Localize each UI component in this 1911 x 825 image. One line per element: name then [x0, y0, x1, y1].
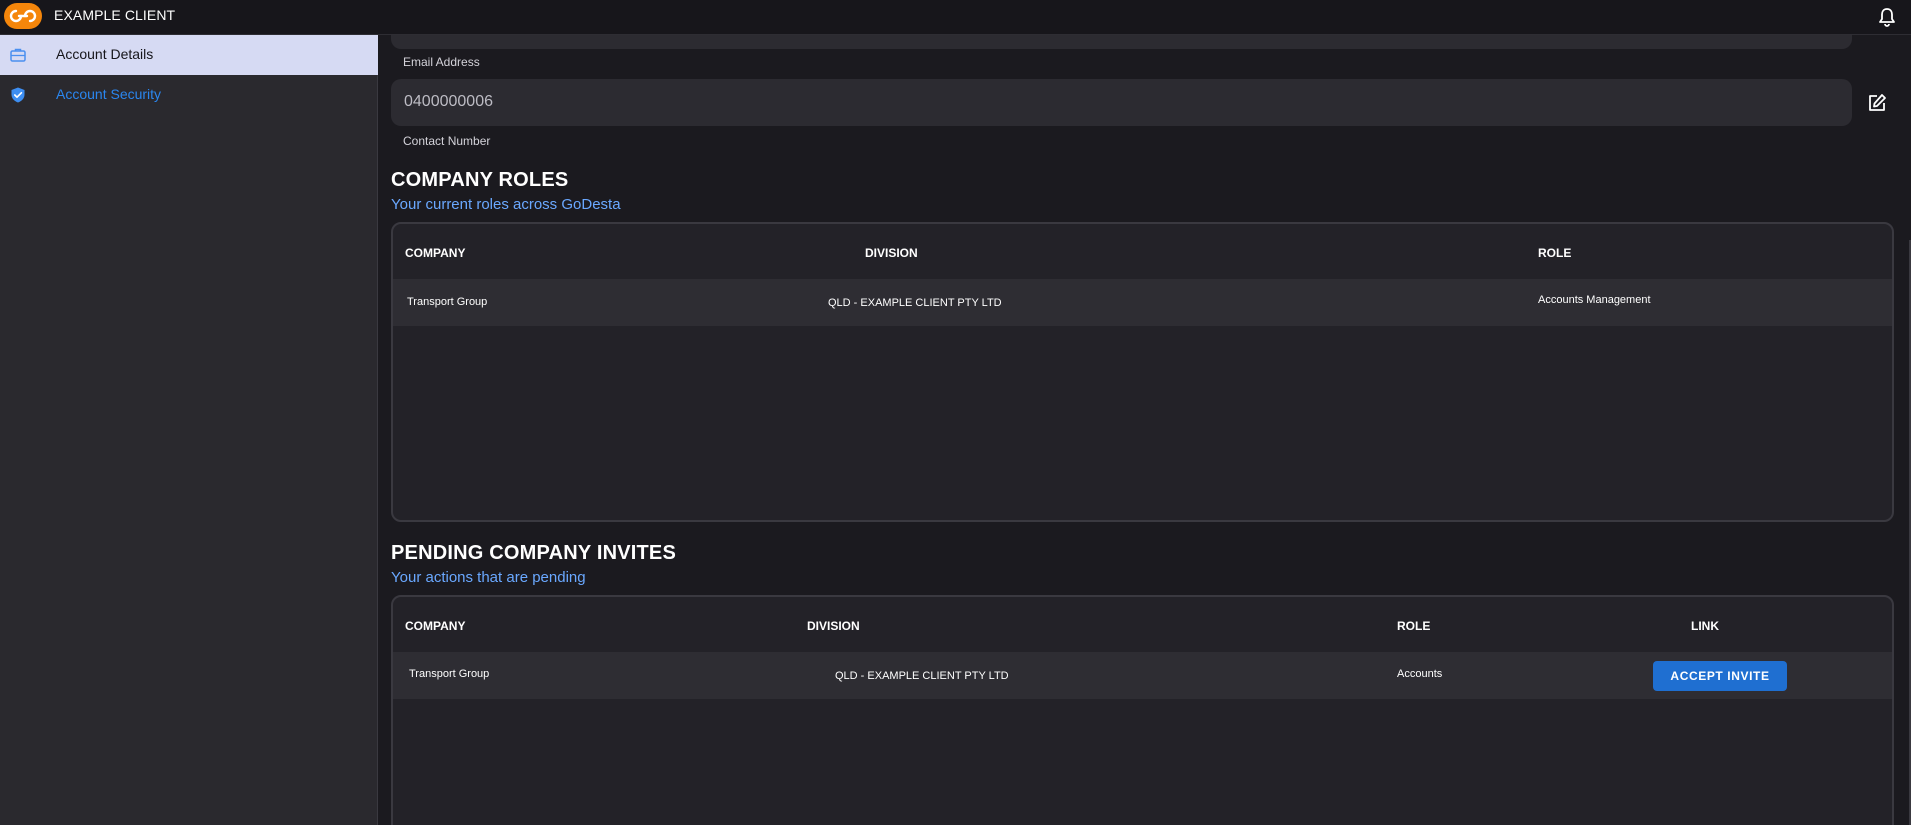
company-roles-title: COMPANY ROLES: [391, 169, 569, 191]
briefcase-icon: [9, 46, 27, 64]
contact-number-value: 0400000006: [404, 93, 493, 110]
sidebar: Account Details Account Security: [0, 35, 378, 825]
contact-number-label: Contact Number: [403, 134, 491, 148]
pending-invites-title: PENDING COMPANY INVITES: [391, 542, 677, 564]
pending-invites-subtitle: Your actions that are pending: [391, 569, 586, 586]
accept-invite-button[interactable]: ACCEPT INVITE: [1653, 661, 1787, 691]
edit-icon[interactable]: [1866, 92, 1888, 114]
company-roles-subtitle: Your current roles across GoDesta: [391, 196, 621, 213]
column-header-company: COMPANY: [405, 619, 466, 633]
cell-company: Transport Group: [407, 296, 488, 308]
column-header-division: DIVISION: [865, 246, 918, 260]
table-row: Transport Group QLD - EXAMPLE CLIENT PTY…: [393, 279, 1892, 326]
top-bar: EXAMPLE CLIENT: [0, 0, 1911, 35]
pending-invites-table: COMPANY DIVISION ROLE LINK Transport Gro…: [391, 595, 1894, 825]
sidebar-item-label: Account Details: [56, 46, 154, 62]
company-roles-table: COMPANY DIVISION ROLE Transport Group QL…: [391, 222, 1894, 522]
brand-logo-icon[interactable]: [4, 3, 42, 29]
cell-role: Accounts Management: [1538, 294, 1651, 306]
contact-number-field[interactable]: 0400000006: [391, 79, 1852, 126]
notification-bell-icon[interactable]: [1875, 5, 1899, 29]
app-title: EXAMPLE CLIENT: [54, 7, 176, 23]
cell-division: QLD - EXAMPLE CLIENT PTY LTD: [835, 670, 1009, 682]
column-header-link: LINK: [1691, 619, 1719, 633]
sidebar-item-account-details[interactable]: Account Details: [0, 35, 378, 75]
column-header-company: COMPANY: [405, 246, 466, 260]
shield-check-icon: [9, 86, 27, 104]
cell-company: Transport Group: [409, 668, 490, 680]
column-header-role: ROLE: [1538, 246, 1572, 260]
sidebar-item-label: Account Security: [56, 86, 162, 102]
main-content: Email Address 0400000006 Contact Number …: [379, 35, 1911, 825]
cell-division: QLD - EXAMPLE CLIENT PTY LTD: [828, 297, 1002, 309]
table-row: Transport Group QLD - EXAMPLE CLIENT PTY…: [393, 652, 1892, 699]
column-header-role: ROLE: [1397, 619, 1431, 633]
email-field-label: Email Address: [403, 55, 480, 69]
email-field[interactable]: [391, 35, 1852, 49]
column-header-division: DIVISION: [807, 619, 860, 633]
cell-role: Accounts: [1397, 668, 1443, 680]
sidebar-item-account-security[interactable]: Account Security: [0, 75, 378, 115]
